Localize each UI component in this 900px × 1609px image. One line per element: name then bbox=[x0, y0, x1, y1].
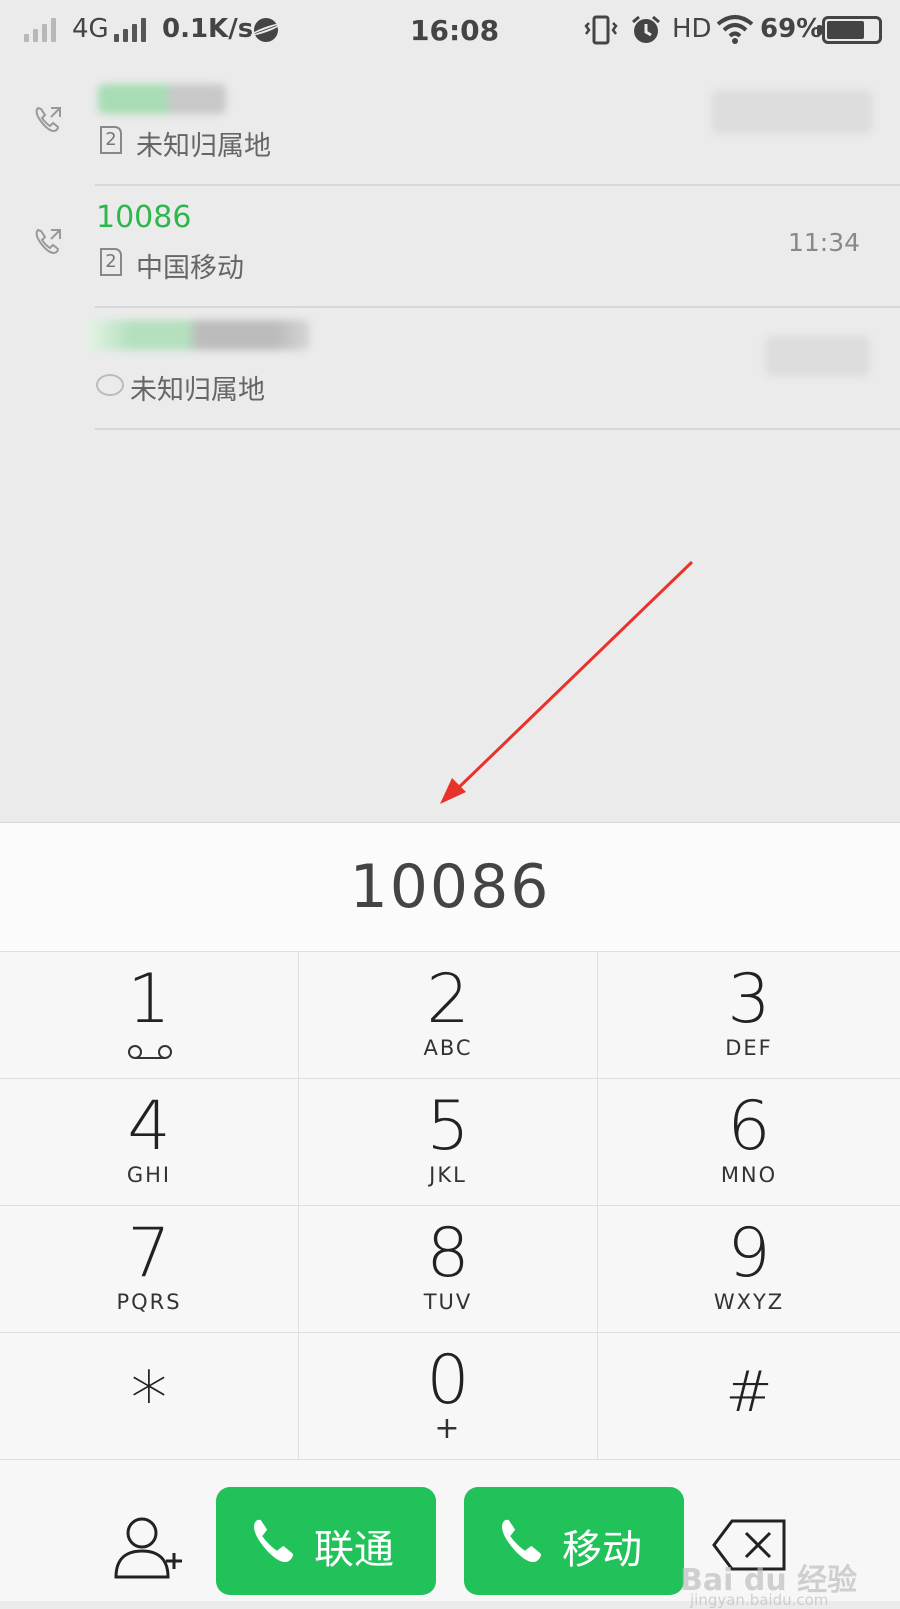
key-1[interactable]: 1 bbox=[0, 952, 299, 1079]
key-6[interactable]: 6 MNO bbox=[598, 1079, 900, 1206]
dialer-action-bar: 联通 移动 Bai du 经验 jingyan.baidu.com bbox=[0, 1463, 900, 1609]
add-contact-icon[interactable] bbox=[112, 1513, 192, 1583]
key-star[interactable]: * bbox=[0, 1333, 299, 1460]
call-unicom-button[interactable]: 联通 bbox=[216, 1487, 436, 1595]
key-8[interactable]: 8 TUV bbox=[299, 1206, 598, 1333]
call-unicom-label: 联通 bbox=[314, 1527, 394, 1573]
dialed-number-display[interactable]: 10086 bbox=[0, 823, 900, 951]
key-7[interactable]: 7 PQRS bbox=[0, 1206, 299, 1333]
voicemail-icon bbox=[128, 1045, 172, 1059]
phone-icon bbox=[254, 1519, 294, 1563]
key-4[interactable]: 4 GHI bbox=[0, 1079, 299, 1206]
key-2[interactable]: 2 ABC bbox=[299, 952, 598, 1079]
key-0[interactable]: 0 + bbox=[299, 1333, 598, 1460]
call-mobile-label: 移动 bbox=[562, 1527, 642, 1573]
key-3[interactable]: 3 DEF bbox=[598, 952, 900, 1079]
key-hash[interactable]: # bbox=[598, 1333, 900, 1460]
annotation-arrow bbox=[440, 560, 694, 804]
key-9[interactable]: 9 WXYZ bbox=[598, 1206, 900, 1333]
call-mobile-button[interactable]: 移动 bbox=[464, 1487, 684, 1595]
phone-icon bbox=[502, 1519, 542, 1563]
key-5[interactable]: 5 JKL bbox=[299, 1079, 598, 1206]
dialer-panel: 10086 1 2 ABC 3 DEF 4 GHI 5 JKL 6 MNO 7 … bbox=[0, 822, 900, 1609]
baidu-watermark-url: jingyan.baidu.com bbox=[690, 1591, 829, 1609]
keypad: 1 2 ABC 3 DEF 4 GHI 5 JKL 6 MNO 7 PQRS 8… bbox=[0, 951, 900, 1464]
